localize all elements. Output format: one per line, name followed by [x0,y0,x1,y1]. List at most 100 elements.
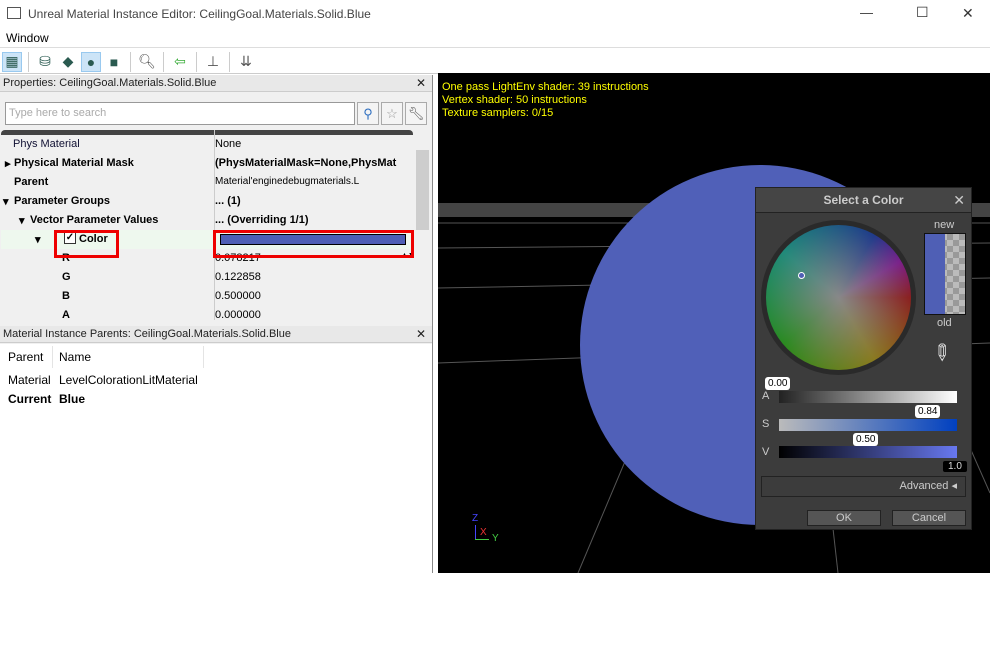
collapse-arrow-icon[interactable]: ▾ [35,233,41,246]
ok-button[interactable]: OK [807,510,881,526]
property-name: Physical Material Mask [14,157,134,169]
property-value: None [215,138,242,150]
close-button[interactable]: ✕ [962,5,974,22]
saturation-value: 0.84 [915,405,941,418]
property-value: 0.500000 [215,290,261,302]
a-label: A [762,390,770,402]
axis-gizmo: Z X Y [470,513,500,544]
property-name: G [62,271,71,283]
properties-title: Properties: CeilingGoal.Materials.Solid.… [3,77,217,89]
back-arrow-icon[interactable]: ⇦ [170,52,190,72]
column-divider[interactable] [214,130,215,320]
parent-type[interactable]: Current [8,392,51,406]
property-value: ... (Overriding 1/1) [215,214,309,226]
toolbar: ▦ ⛁ ◆ ● ■ 🔍︎ ⇦ ⊥ ⇊ [0,50,990,74]
stat-line: Texture samplers: 0/15 [442,107,554,119]
plane-icon[interactable]: ■ [104,52,124,72]
scrollbar[interactable] [414,130,431,320]
find-icon[interactable]: 🔍︎ [137,52,157,72]
property-row[interactable]: A 0.000000 [1,306,413,320]
column-header-name[interactable]: Name [59,350,91,364]
saturation-slider[interactable] [779,419,957,431]
favorite-star-icon[interactable]: ☆ [381,102,403,125]
axis-y-label: Y [492,533,499,544]
title-bar: Unreal Material Instance Editor: Ceiling… [0,0,990,28]
column-header-parent[interactable]: Parent [8,350,43,364]
maximize-button[interactable]: ☐ [916,4,929,21]
property-value: ... (1) [215,195,241,207]
max-value-field[interactable]: 1.0 [943,461,967,472]
property-value: Material'enginedebugmaterials.L [215,176,360,187]
pivot-icon[interactable]: ⊥ [203,52,223,72]
property-row[interactable]: ▸ Physical Material Mask (PhysMaterialMask… [1,154,413,173]
property-row[interactable]: ▾ Vector Parameter Values ... (Overriding … [1,211,413,230]
parents-title: Material Instance Parents: CeilingGoal.M… [3,328,291,340]
sphere-icon[interactable]: ● [81,51,101,72]
cube-icon[interactable]: ◆ [58,52,78,72]
color-picker-dialog: Select a Color ✕ new old ✎ A 0.00 S 0.84 … [755,187,972,530]
collapse-arrow-icon[interactable]: ▾ [3,195,9,208]
stat-line: One pass LightEnv shader: 39 instruction… [442,81,649,93]
search-icon[interactable]: ⚲ [357,102,379,125]
property-row[interactable]: G 0.122858 [1,268,413,287]
parent-type[interactable]: Material [8,373,51,387]
expand-arrow-icon[interactable]: ▸ [5,157,11,170]
realtime-icon[interactable]: ⇊ [236,52,256,72]
window-title: Unreal Material Instance Editor: Ceiling… [28,7,371,21]
v-label: V [762,446,770,458]
close-icon[interactable]: ✕ [416,75,426,92]
color-preview [924,233,966,315]
property-value: 0.122858 [215,271,261,283]
menu-window[interactable]: Window [6,31,49,45]
new-label: new [934,219,955,231]
property-row[interactable]: B 0.500000 [1,287,413,306]
axis-x-label: X [480,527,487,538]
parents-list: Parent Name Material LevelColorationLitM… [0,344,432,648]
parent-name[interactable]: LevelColorationLitMaterial [59,373,198,387]
color-wheel-cursor[interactable] [798,272,805,279]
close-icon[interactable]: ✕ [953,188,965,213]
property-name: Parent [14,176,49,188]
properties-header: Properties: CeilingGoal.Materials.Solid.… [0,75,432,92]
menu-bar: Window [0,28,990,48]
cancel-button[interactable]: Cancel [892,510,966,526]
value-value: 0.50 [853,433,879,446]
axis-z-label: Z [472,513,479,524]
dialog-title-text: Select a Color [823,193,904,207]
alpha-slider[interactable] [779,391,957,403]
search-input[interactable]: Type here to search [5,102,355,125]
property-value: 0.000000 [215,309,261,320]
stat-line: Vertex shader: 50 instructions [442,94,587,106]
cylinder-icon[interactable]: ⛁ [35,52,55,72]
property-row[interactable]: Parent Material'enginedebugmaterials.L [1,173,413,192]
left-panel: Properties: CeilingGoal.Materials.Solid.… [0,75,433,648]
property-grid: Phys Material None ▸ Physical Material Mas… [1,130,413,320]
property-row[interactable]: Phys Material None [1,135,413,154]
property-value: (PhysMaterialMask=None,PhysMat [215,157,397,169]
property-name: A [62,309,70,320]
app-icon [7,7,21,19]
alpha-value: 0.00 [765,377,791,390]
wrench-icon[interactable]: 🔧︎ [405,102,427,125]
property-name: Phys Material [13,138,80,150]
minimize-button[interactable]: — [860,5,873,20]
parents-panel: Material Instance Parents: CeilingGoal.M… [0,326,432,648]
highlight-box [54,230,119,258]
parent-name[interactable]: Blue [59,392,85,406]
parents-header: Material Instance Parents: CeilingGoal.M… [0,326,432,343]
color-wheel[interactable] [761,220,916,375]
property-name: Parameter Groups [14,195,110,207]
advanced-toggle[interactable]: Advanced ◂ [761,476,966,497]
eyedropper-icon[interactable]: ✎ [926,337,957,368]
property-name: Vector Parameter Values [30,214,159,226]
property-name: B [62,290,70,302]
close-icon[interactable]: ✕ [416,326,426,343]
collapse-arrow-icon[interactable]: ▾ [19,214,25,227]
old-label: old [937,317,952,329]
highlight-box [213,230,414,258]
property-row[interactable]: ▾ Parameter Groups ... (1) [1,192,413,211]
value-slider[interactable] [779,446,957,458]
s-label: S [762,418,770,430]
dialog-title: Select a Color ✕ [756,188,971,213]
grid-icon[interactable]: ▦ [2,51,22,72]
